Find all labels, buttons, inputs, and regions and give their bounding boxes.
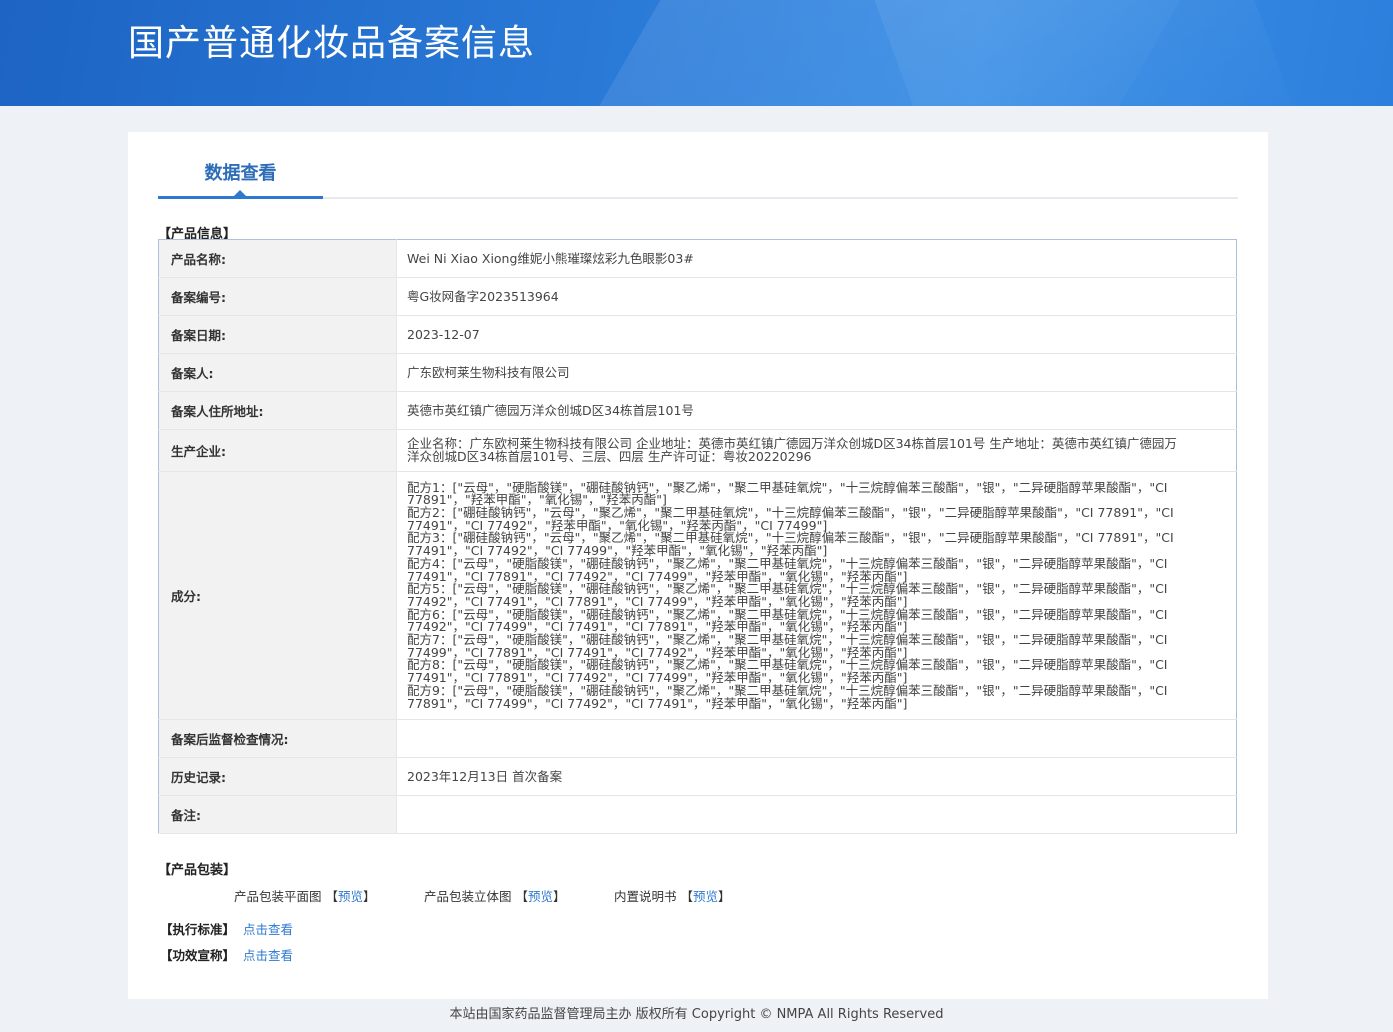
bracket: 】 <box>718 889 731 904</box>
history-value: 2023年12月13日 首次备案 <box>396 757 1237 797</box>
product-name-value: Wei Ni Xiao Xiong维妮小熊璀璨炫彩九色眼影03# <box>396 239 1237 278</box>
row-key: 成分: <box>158 471 397 721</box>
claims-label: 【功效宣称】 <box>160 948 236 963</box>
row-key: 产品名称: <box>158 239 397 278</box>
table-row: 产品名称: Wei Ni Xiao Xiong维妮小熊璀璨炫彩九色眼影03# <box>158 239 1237 278</box>
packaging-label: 产品包装立体图 <box>424 889 512 904</box>
table-row: 备案人住所地址: 英德市英红镇广德园万洋众创城D区34栋首层101号 <box>158 391 1237 430</box>
preview-link[interactable]: 预览 <box>528 889 553 904</box>
tab-bar: 数据查看 <box>158 132 1238 199</box>
standards-view-link[interactable]: 点击查看 <box>243 922 293 937</box>
row-key: 备案后监督检查情况: <box>158 719 397 759</box>
row-key: 备注: <box>158 795 397 835</box>
bracket: 【 <box>680 889 694 904</box>
content-card: 数据查看 【产品信息】 产品名称: Wei Ni Xiao Xiong维妮小熊璀… <box>128 132 1268 999</box>
packaging-label: 内置说明书 <box>614 889 677 904</box>
row-key: 备案日期: <box>158 315 397 354</box>
packaging-item-manual: 内置说明书 【预览】 <box>614 886 731 905</box>
registrant-address-value: 英德市英红镇广德园万洋众创城D区34栋首层101号 <box>396 391 1237 430</box>
banner-decoration <box>867 0 1313 106</box>
preview-link[interactable]: 预览 <box>338 889 363 904</box>
standards-label: 【执行标准】 <box>160 922 236 937</box>
tab-label: 数据查看 <box>204 163 277 184</box>
tab-data-view[interactable]: 数据查看 <box>158 132 323 199</box>
packaging-item-flat: 产品包装平面图 【预览】 <box>234 886 376 905</box>
ingredient-line: 77891"，"CI 77499"，"CI 77492"，"CI 77491"，… <box>407 695 908 711</box>
claims-view-link[interactable]: 点击查看 <box>243 948 293 963</box>
row-key: 备案编号: <box>158 277 397 316</box>
manufacturer-line: 洋众创城D区34栋首层101号、三层、四层 生产许可证：粤妆20220296 <box>407 448 812 464</box>
table-row: 备案日期: 2023-12-07 <box>158 315 1237 354</box>
registrant-value: 广东欧柯莱生物科技有限公司 <box>396 353 1237 392</box>
table-row: 备案后监督检查情况: <box>158 719 1237 759</box>
table-row: 历史记录: 2023年12月13日 首次备案 <box>158 757 1237 797</box>
row-key: 生产企业: <box>158 429 397 473</box>
tab-caret-icon <box>234 190 246 196</box>
ingredients-value: 配方1：["云母"，"硬脂酸镁"，"硼硅酸钠钙"，"聚乙烯"，"聚二甲基硅氧烷"… <box>396 471 1237 721</box>
remarks-value <box>396 795 1237 835</box>
packaging-label: 产品包装平面图 <box>234 889 322 904</box>
bracket: 【 <box>325 889 339 904</box>
bracket: 【 <box>515 889 529 904</box>
table-row: 备案人: 广东欧柯莱生物科技有限公司 <box>158 353 1237 392</box>
packaging-item-3d: 产品包装立体图 【预览】 <box>424 886 566 905</box>
section-title-packaging: 【产品包装】 <box>158 863 237 878</box>
bracket: 】 <box>553 889 566 904</box>
footer-copyright: 本站由国家药品监督管理局主办 版权所有 Copyright © NMPA All… <box>449 1007 944 1022</box>
table-row: 备注: <box>158 795 1237 835</box>
registration-number-value: 粤G妆网备字2023513964 <box>396 277 1237 316</box>
row-key: 备案人: <box>158 353 397 392</box>
table-row: 生产企业: 企业名称：广东欧柯莱生物科技有限公司 企业地址：英德市英红镇广德园万… <box>158 429 1237 473</box>
row-key: 备案人住所地址: <box>158 391 397 430</box>
manufacturer-value: 企业名称：广东欧柯莱生物科技有限公司 企业地址：英德市英红镇广德园万洋众创城D区… <box>396 429 1237 473</box>
bracket: 】 <box>363 889 376 904</box>
preview-link[interactable]: 预览 <box>693 889 718 904</box>
product-info-table: 产品名称: Wei Ni Xiao Xiong维妮小熊璀璨炫彩九色眼影03# 备… <box>158 239 1237 835</box>
claims-row: 【功效宣称】 点击查看 <box>160 945 293 964</box>
registration-date-value: 2023-12-07 <box>396 315 1237 354</box>
inspection-value <box>396 719 1237 759</box>
standards-row: 【执行标准】 点击查看 <box>160 919 293 938</box>
page-title: 国产普通化妆品备案信息 <box>128 23 536 64</box>
table-row: 成分: 配方1：["云母"，"硬脂酸镁"，"硼硅酸钠钙"，"聚乙烯"，"聚二甲基… <box>158 471 1237 721</box>
table-row: 备案编号: 粤G妆网备字2023513964 <box>158 277 1237 316</box>
header-banner: 国产普通化妆品备案信息 <box>0 0 1393 106</box>
row-key: 历史记录: <box>158 757 397 797</box>
